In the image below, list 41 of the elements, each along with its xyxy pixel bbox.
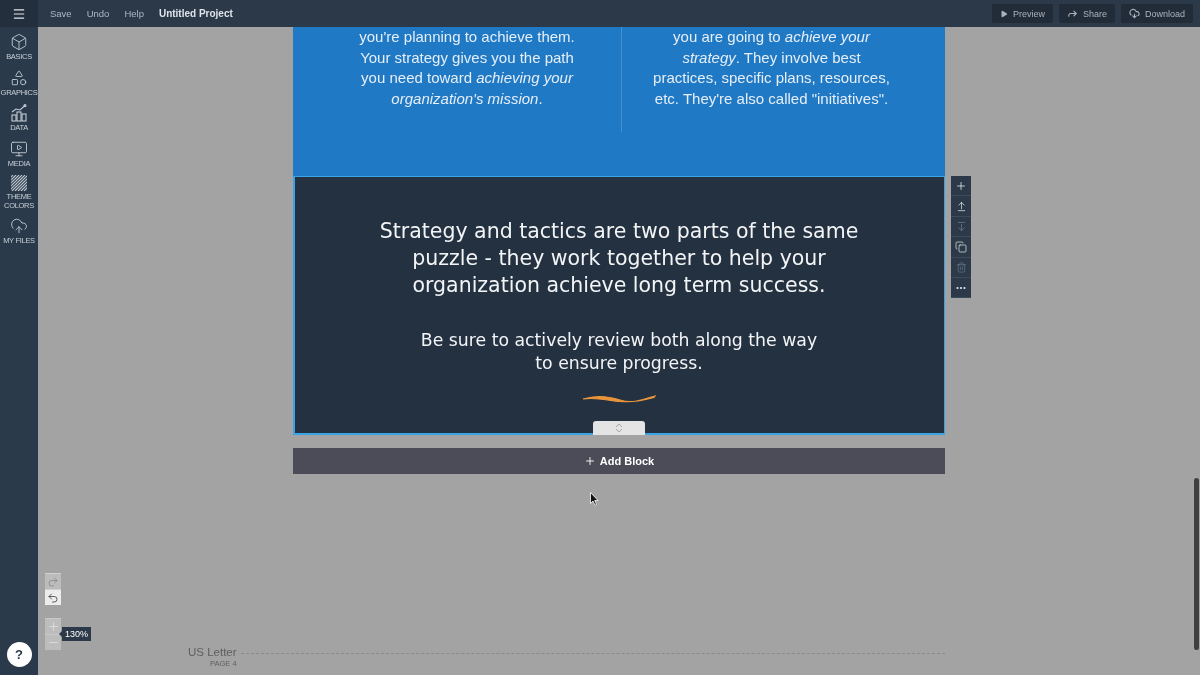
menu-button[interactable]	[0, 0, 38, 27]
menu-icon	[12, 6, 26, 21]
scrollbar-thumb[interactable]	[1194, 478, 1199, 650]
trash-icon	[955, 261, 967, 273]
play-icon	[999, 9, 1008, 18]
menu-item[interactable]: Undo	[86, 7, 110, 20]
callout-heading: Strategy and tactics are two parts of the same puzzle - they work together to help your organization achieve long term success.	[379, 218, 859, 299]
cloud-upload-icon	[10, 217, 28, 235]
media-icon	[10, 139, 28, 158]
help-button[interactable]: ?	[6, 642, 32, 667]
move-up-icon	[955, 200, 967, 212]
page-size-label: US Letter	[188, 646, 237, 658]
undo-button[interactable]	[45, 589, 61, 605]
add-block-button[interactable]: Add Block	[293, 448, 945, 474]
zoom-out-button[interactable]	[45, 634, 61, 650]
zoom-in-button[interactable]	[45, 618, 61, 634]
menu-item[interactable]: Save	[50, 7, 72, 20]
share-button[interactable]: Share	[1058, 4, 1115, 23]
share-icon	[1066, 8, 1078, 19]
cloud-download-icon	[1128, 8, 1140, 19]
shapes-icon	[10, 68, 28, 87]
callout-text: Be sure to actively review both along the way to ensure progress.	[420, 329, 818, 375]
chart-icon	[10, 104, 28, 122]
menu-item[interactable]: Help	[124, 7, 144, 20]
project-title: Untitled Project	[158, 7, 233, 20]
plus-icon	[583, 455, 596, 467]
preview-button[interactable]: Preview	[991, 4, 1053, 23]
up-down-arrows-icon	[615, 423, 623, 433]
plus-icon	[46, 620, 60, 633]
zoom-level: 130%	[62, 627, 92, 641]
undo-icon	[47, 591, 59, 604]
redo-icon	[47, 575, 59, 588]
move-down-icon	[955, 220, 967, 232]
plus-icon	[955, 179, 967, 192]
cube-icon	[10, 33, 28, 51]
copy-icon	[955, 240, 967, 253]
resize-handle[interactable]	[593, 421, 645, 435]
mouse-pointer-icon	[590, 492, 599, 506]
download-button[interactable]: Download	[1120, 4, 1193, 23]
column-text: you are going to achieve your strategy. They involve best practices, specific plans, resources, etc. They're also called "initiatives".	[621, 27, 945, 132]
column-text: you're planning to achieve them. Your strategy gives you the path you need toward achieving your organization's mission.	[358, 27, 576, 109]
